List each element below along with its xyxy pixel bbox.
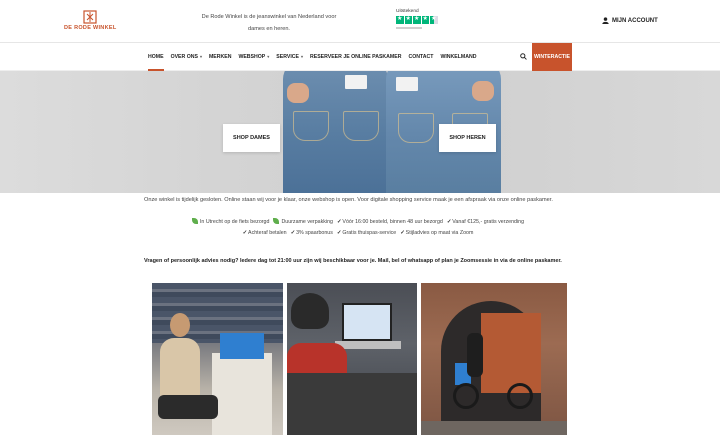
site-header: DE RODE WINKEL De Rode Winkel is de jean… [0, 0, 720, 43]
nav-item-label: OVER ONS [170, 54, 198, 60]
shop-heren-button[interactable]: SHOP HEREN [439, 124, 496, 152]
counter [212, 353, 272, 435]
winter-sale-button[interactable]: WINTERACTIE [532, 43, 572, 71]
usp-text: Duurzame verpakking [281, 219, 333, 225]
nav-item-label: CONTACT [408, 54, 434, 60]
usp-text: Achteraf betalen [248, 230, 287, 236]
label-tag [345, 75, 367, 89]
nav-items: HOME OVER ONS ▾ MERKEN WEBSHOP ▾ SERVICE ▾ RESER… [148, 43, 483, 71]
store-photo-1 [152, 283, 283, 435]
usp-line: ✓Achteraf betalen ✓3% spaarbonus ✓Gratis t… [0, 228, 720, 239]
account-link[interactable]: MIJN ACCOUNT [602, 17, 658, 24]
usp-text: Vóór 16:00 besteld, binnen 48 uur bezorg… [342, 219, 443, 225]
trustpilot-widget[interactable]: Uitstekend ★ ★ ★ ★ ★ [396, 9, 468, 29]
nav-item-contact[interactable]: CONTACT [408, 43, 433, 71]
user-icon [602, 17, 609, 24]
checkmark-icon: ✓ [446, 219, 452, 225]
nav-item-webshop[interactable]: WEBSHOP ▾ [238, 43, 269, 71]
bike-wheel [507, 383, 533, 409]
trustpilot-stars: ★ ★ ★ ★ ★ [396, 16, 468, 24]
usp-text: Gratis thuispas-service [342, 230, 397, 236]
chevron-down-icon: ▾ [199, 54, 202, 59]
trustpilot-label: Uitstekend [396, 9, 419, 14]
leaf-icon [273, 218, 280, 224]
checkmark-icon: ✓ [242, 230, 248, 236]
nav-item-label: SERVICE [276, 54, 299, 60]
laptop-screen [342, 303, 392, 341]
nav-item-label: WINKELMAND [440, 54, 477, 60]
chevron-down-icon: ▾ [267, 54, 270, 59]
nav-item-label: MERKEN [208, 54, 232, 60]
jeans-image-left [283, 71, 388, 193]
main-nav: HOME OVER ONS ▾ MERKEN WEBSHOP ▾ SERVICE ▾ RESER… [0, 43, 720, 71]
usp-text: Stijladvies op maat via Zoom [405, 230, 474, 236]
star-icon: ★ [413, 16, 421, 24]
hand [287, 83, 309, 103]
store-photo-3 [421, 283, 567, 435]
nav-item-home[interactable]: HOME [148, 43, 164, 71]
logo-text: DE RODE WINKEL [64, 25, 117, 31]
checkmark-icon: ✓ [336, 230, 342, 236]
usp-item: Duurzame verpakking [273, 218, 333, 225]
usp-item: ✓Vóór 16:00 besteld, binnen 48 uur bezor… [337, 219, 443, 225]
pocket [398, 113, 434, 143]
cyclist [467, 333, 483, 377]
trustpilot-logo [396, 26, 422, 29]
usp-item: ✓Achteraf betalen [243, 230, 287, 236]
nav-item-label: HOME [148, 54, 164, 60]
star-icon: ★ [396, 16, 404, 24]
usp-item: ✓3% spaarbonus [291, 230, 333, 236]
logo[interactable]: DE RODE WINKEL [64, 10, 116, 36]
star-half-icon: ★ [430, 16, 438, 24]
nav-item-label: WEBSHOP [238, 54, 266, 60]
tagline: De Rode Winkel is de jeanswinkel van Ned… [201, 14, 337, 32]
checkmark-icon: ✓ [336, 219, 342, 225]
checkmark-icon: ✓ [400, 230, 405, 236]
label-tag [396, 77, 418, 91]
usp-list: In Utrecht op de fiets bezorgd Duurzame v… [0, 217, 720, 239]
nav-item-merken[interactable]: MERKEN [209, 43, 231, 71]
beanie [291, 293, 329, 329]
store-notice: Onze winkel is tijdelijk gesloten. Onlin… [144, 197, 553, 203]
person-head [170, 313, 190, 337]
usp-text: Vanaf €125,- gratis verzending [452, 219, 525, 225]
star-icon: ★ [404, 16, 412, 24]
usp-item: ✓Gratis thuispas-service [337, 230, 396, 236]
chevron-down-icon: ▾ [300, 54, 303, 59]
laptop-base [335, 341, 401, 349]
nav-item-service[interactable]: SERVICE ▾ [276, 43, 303, 71]
shop-dames-button[interactable]: SHOP DAMES [223, 124, 280, 152]
hero-banner: SHOP DAMES SHOP HEREN [0, 71, 720, 193]
street [421, 421, 567, 435]
building-inside [481, 313, 541, 393]
nav-item-reserveer-je-online-paskamer[interactable]: RESERVEER JE ONLINE PASKAMER [310, 43, 401, 71]
nav-item-winkelmand[interactable]: WINKELMAND [440, 43, 476, 71]
search-icon[interactable] [520, 53, 527, 60]
hand [472, 81, 494, 101]
usp-item: ✓Vanaf €125,- gratis verzending [447, 219, 524, 225]
jacket [287, 373, 417, 435]
leaf-icon [191, 218, 198, 224]
star-icon: ★ [421, 16, 429, 24]
nav-item-over-ons[interactable]: OVER ONS ▾ [171, 43, 202, 71]
account-label: MIJN ACCOUNT [612, 17, 658, 24]
nav-item-label: RESERVEER JE ONLINE PASKAMER [309, 54, 402, 60]
logo-icon [83, 10, 97, 24]
usp-text: In Utrecht op de fiets bezorgd [199, 219, 270, 225]
advice-text: Vragen of persoonlijk advies nodig? Iede… [144, 258, 562, 264]
usp-text: 3% spaarbonus [296, 230, 333, 236]
blue-box [220, 333, 264, 359]
person [160, 338, 200, 398]
person-legs [158, 395, 218, 419]
bike-wheel [453, 383, 479, 409]
usp-line: In Utrecht op de fiets bezorgd Duurzame v… [0, 217, 720, 228]
usp-item: In Utrecht op de fiets bezorgd [191, 218, 270, 225]
pocket [343, 111, 379, 141]
usp-item: ✓Stijladvies op maat via Zoom [400, 230, 473, 236]
checkmark-icon: ✓ [290, 230, 296, 236]
pocket [293, 111, 329, 141]
store-photo-2 [287, 283, 417, 435]
